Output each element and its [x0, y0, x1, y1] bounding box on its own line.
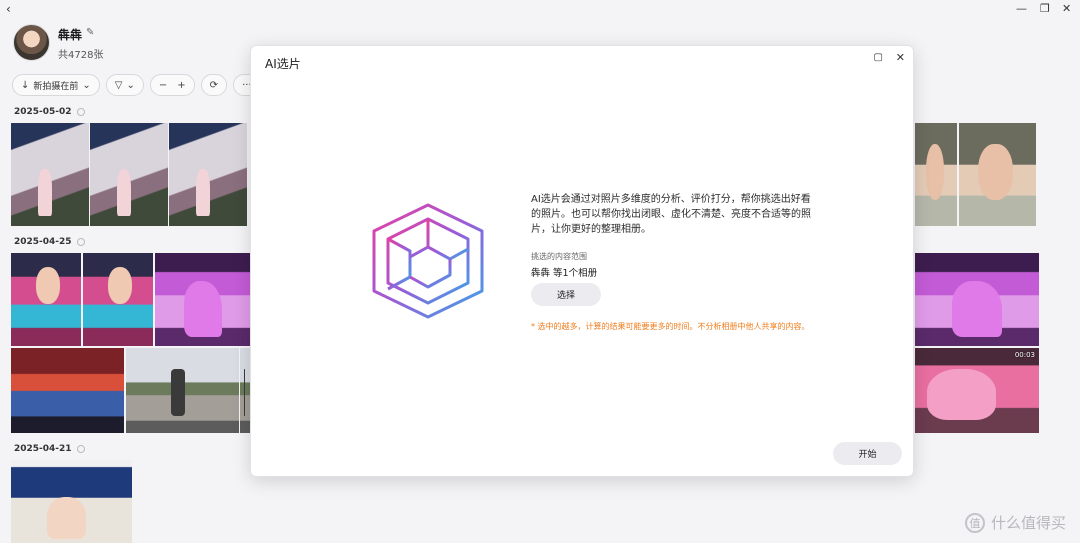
chevron-down-icon: ⌄: [82, 79, 91, 91]
refresh-button[interactable]: ⟳: [200, 74, 228, 96]
photo-thumbnail[interactable]: [915, 123, 957, 226]
dialog-title: AI选片: [265, 57, 301, 71]
date-label: 2025-05-02: [14, 107, 72, 117]
video-duration: 00:03: [1014, 351, 1035, 359]
edit-icon[interactable]: ✎: [86, 27, 94, 38]
title-bar: ‹ — ❐ ✕: [0, 0, 1080, 18]
select-circle-icon[interactable]: [76, 238, 85, 246]
select-circle-icon[interactable]: [76, 445, 85, 453]
album-count: 共4728张: [58, 50, 104, 61]
maximize-icon[interactable]: ▢: [874, 52, 883, 63]
start-button[interactable]: 开始: [833, 442, 902, 465]
photo-thumbnail[interactable]: [90, 123, 168, 226]
photo-thumbnail[interactable]: [126, 348, 239, 433]
date-header: 2025-04-25: [14, 237, 85, 247]
photo-thumbnail[interactable]: [169, 123, 247, 226]
photo-thumbnail[interactable]: [11, 253, 81, 346]
date-label: 2025-04-25: [14, 237, 72, 247]
photo-thumbnail[interactable]: [83, 253, 153, 346]
restore-icon[interactable]: ❐: [1040, 2, 1050, 15]
back-icon[interactable]: ‹: [6, 2, 11, 16]
scope-label: 挑选的内容范围: [531, 252, 587, 261]
photo-thumbnail[interactable]: [915, 253, 1039, 346]
ai-cube-logo-icon: [372, 203, 484, 319]
zoom-control: − +: [149, 74, 195, 96]
zoom-in-button[interactable]: +: [177, 80, 185, 91]
photo-thumbnail[interactable]: [155, 253, 250, 346]
sort-label: 新拍摄在前: [33, 81, 79, 92]
photo-thumbnail[interactable]: [959, 123, 1036, 226]
close-icon[interactable]: ✕: [1062, 2, 1071, 15]
date-header: 2025-05-02: [14, 107, 85, 117]
photo-thumbnail[interactable]: [11, 123, 89, 226]
date-header: 2025-04-21: [14, 444, 85, 454]
select-circle-icon[interactable]: [76, 108, 85, 116]
dialog-description: AI选片会通过对照片多维度的分析、评价打分，帮你挑选出好看的照片。也可以帮你找出…: [531, 194, 811, 235]
photo-thumbnail[interactable]: [240, 348, 250, 433]
filter-icon: ▽: [114, 79, 123, 91]
date-label: 2025-04-21: [14, 444, 72, 454]
watermark: 值 什么值得买: [964, 512, 1066, 533]
minimize-icon[interactable]: —: [1016, 2, 1027, 15]
chevron-down-icon: ⌄: [126, 79, 135, 91]
filter-button[interactable]: ▽ ⌄: [105, 74, 144, 96]
close-icon[interactable]: ✕: [896, 51, 905, 64]
zoom-out-button[interactable]: −: [159, 80, 167, 91]
photo-thumbnail[interactable]: [11, 348, 124, 433]
watermark-text: 什么值得买: [990, 514, 1066, 532]
warning-text: * 选中的越多，计算的结果可能要更多的时间。不分析相册中他人共享的内容。: [531, 322, 810, 331]
photo-thumbnail[interactable]: [11, 460, 132, 543]
watermark-logo-icon: 值: [964, 512, 985, 533]
select-button[interactable]: 选择: [531, 283, 601, 306]
scope-value: 犇犇 等1个相册: [531, 268, 598, 279]
arrow-down-icon: ↓: [21, 79, 30, 91]
album-title: 犇犇: [58, 28, 83, 42]
sort-button[interactable]: ↓ 新拍摄在前 ⌄: [12, 74, 100, 96]
avatar: [13, 24, 50, 61]
toolbar: ↓ 新拍摄在前 ⌄ ▽ ⌄ − + ⟳ ···: [12, 74, 261, 96]
ai-select-dialog: AI选片 ▢ ✕ AI选片会通过对照片多维度的分析、评价打分，帮你挑选出好看的照…: [250, 45, 914, 477]
refresh-icon: ⟳: [209, 79, 219, 91]
video-thumbnail[interactable]: 00:03: [915, 348, 1039, 433]
